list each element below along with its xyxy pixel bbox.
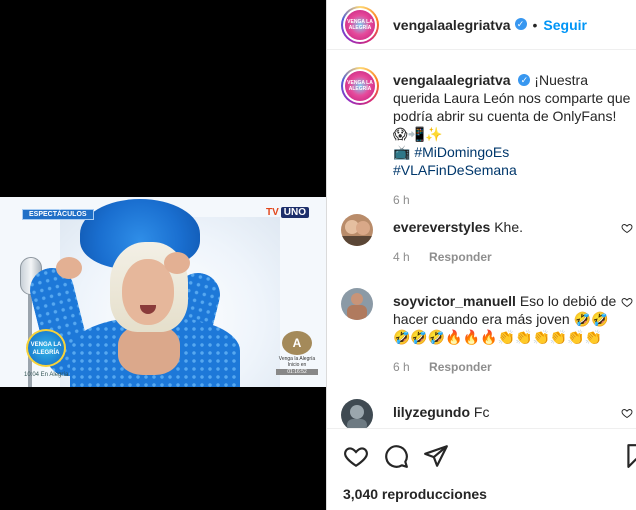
verified-badge-icon: ✓ xyxy=(514,17,527,30)
caption-username[interactable]: vengalaalegriatva xyxy=(393,72,511,88)
tv-icon: 📺 xyxy=(393,144,411,160)
commenter-username[interactable]: soyvictor_manuell xyxy=(393,293,516,309)
heart-icon[interactable] xyxy=(343,443,369,469)
comments-list[interactable]: VENGA LA ALEGRÍA vengalaalegriatva ✓ ¡Nu… xyxy=(327,51,636,428)
video-player[interactable]: ESPECTÁCULOS TV UNO VENGA LA ALEGRÍA 10:0… xyxy=(0,197,326,387)
verified-badge-icon: ✓ xyxy=(518,74,531,87)
comment-timestamp[interactable]: 4 h xyxy=(393,250,410,264)
view-count[interactable]: 3,040 reproducciones xyxy=(343,486,487,502)
hashtag-link[interactable]: #MiDomingoEs xyxy=(414,144,509,160)
hashtag-link[interactable]: #VLAFinDeSemana xyxy=(393,162,517,178)
caption-text: vengalaalegriatva ✓ ¡Nuestra querida Lau… xyxy=(393,71,633,179)
section-badge: ESPECTÁCULOS xyxy=(22,209,94,220)
avatar-frame: VENGA LA ALEGRÍA xyxy=(343,69,377,103)
caption-author-avatar[interactable]: VENGA LA ALEGRÍA xyxy=(341,67,379,105)
bookmark-icon[interactable] xyxy=(623,443,636,469)
show-logo: VENGA LA ALEGRÍA xyxy=(26,329,66,367)
caption-timestamp[interactable]: 6 h xyxy=(393,193,410,207)
post-panel: VENGA LA ALEGRÍA vengalaalegriatva ✓ • S… xyxy=(326,0,636,510)
author-avatar[interactable]: VENGA LA ALEGRÍA xyxy=(341,5,379,44)
follow-button[interactable]: Seguir xyxy=(543,17,587,33)
avatar-logo: VENGA LA ALEGRÍA xyxy=(345,71,375,101)
author-username[interactable]: vengalaalegriatva xyxy=(393,17,511,33)
comment-meta: 4 h Responder xyxy=(393,250,492,264)
comment-emoji-line: 🤣🤣🤣🔥🔥🔥👏👏👏👏👏👏 xyxy=(393,329,603,345)
reply-button[interactable]: Responder xyxy=(429,360,492,374)
commenter-username[interactable]: lilyzegundo xyxy=(393,404,470,420)
network-logo-prefix: TV xyxy=(266,207,279,218)
comment-body: Khe. xyxy=(494,219,524,235)
comment-timestamp[interactable]: 6 h xyxy=(393,360,410,374)
performer-chest xyxy=(118,325,180,375)
comment-text: lilyzegundo Fc xyxy=(393,403,617,421)
commenter-avatar[interactable] xyxy=(341,214,373,246)
post-header: VENGA LA ALEGRÍA vengalaalegriatva ✓ • S… xyxy=(327,0,636,50)
commenter-avatar[interactable] xyxy=(341,288,373,320)
comment-icon[interactable] xyxy=(383,443,409,469)
comment-like-icon[interactable] xyxy=(621,222,633,234)
post-actions: 3,040 reproducciones xyxy=(327,428,636,510)
commenter-avatar[interactable] xyxy=(341,399,373,428)
comment-like-icon[interactable] xyxy=(621,296,633,308)
comment-meta: 6 h Responder xyxy=(393,360,492,374)
comment-text: evereverstyles Khe. xyxy=(393,218,617,236)
corner-caption: Venga la Alegría Inicio en 01:16:52 xyxy=(276,356,318,375)
performer-hand-right xyxy=(164,252,190,274)
avatar-logo: VENGA LA ALEGRÍA xyxy=(345,9,375,40)
avatar-frame: VENGA LA ALEGRÍA xyxy=(343,7,377,42)
comment-body: Fc xyxy=(473,404,490,420)
network-logo: TV UNO xyxy=(266,207,310,218)
post-media: ESPECTÁCULOS TV UNO VENGA LA ALEGRÍA 10:0… xyxy=(0,0,326,510)
reply-button[interactable]: Responder xyxy=(429,250,492,264)
corner-countdown: 01:16:52 xyxy=(276,369,318,375)
separator-dot: • xyxy=(532,16,538,33)
commenter-username[interactable]: evereverstyles xyxy=(393,219,490,235)
network-logo-name: UNO xyxy=(280,207,310,218)
show-clock: 10:04 En Alegría xyxy=(24,372,69,378)
share-icon[interactable] xyxy=(423,443,449,469)
comment-text: soyvictor_manuell Eso lo debió de hacer … xyxy=(393,292,617,346)
performer-hand-left xyxy=(56,257,82,279)
corner-caption-text: Venga la Alegría Inicio en xyxy=(278,356,316,368)
corner-logo: A xyxy=(282,331,312,355)
comment-like-icon[interactable] xyxy=(621,407,633,419)
